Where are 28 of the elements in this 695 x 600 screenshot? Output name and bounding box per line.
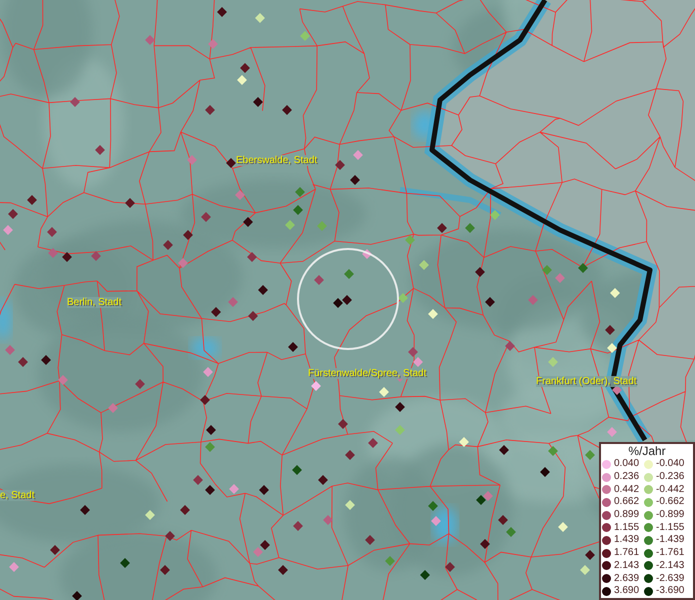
legend-label: 3.690	[614, 585, 640, 598]
legend-label: -2.143	[656, 560, 684, 572]
legend-label: -1.761	[656, 547, 684, 560]
legend-label: -0.040	[656, 458, 684, 470]
legend-label: 0.662	[614, 496, 640, 508]
legend-label: -1.439	[656, 534, 684, 546]
place-label: Eberswalde, Stadt	[236, 155, 318, 166]
legend-label: -0.899	[656, 509, 684, 522]
legend-label: -0.662	[656, 496, 684, 508]
legend-label: -1.155	[656, 522, 684, 534]
place-label: Frankfurt (Oder), Stadt	[536, 376, 637, 387]
legend-label: 0.040	[614, 458, 640, 470]
legend-label: -3.690	[656, 585, 684, 598]
legend-label: 2.639	[614, 572, 640, 585]
legend-label: 1.155	[614, 522, 640, 534]
legend-label: 1.761	[614, 547, 640, 560]
place-label: Berlin, Stadt	[67, 297, 122, 308]
legend-label: 0.899	[614, 509, 640, 522]
legend-label: -2.639	[656, 572, 684, 585]
legend-label: 0.442	[614, 484, 640, 496]
legend-title: %/Jahr	[627, 444, 667, 458]
legend-label: -0.236	[656, 471, 684, 484]
legend-label: 2.143	[614, 560, 640, 572]
legend-label: 1.439	[614, 534, 640, 546]
place-label: e, Stadt	[0, 490, 34, 501]
legend-label: 0.236	[614, 471, 640, 484]
legend-label: -0.442	[656, 484, 684, 496]
place-label: Fürstenwalde/Spree, Stadt	[308, 368, 426, 379]
